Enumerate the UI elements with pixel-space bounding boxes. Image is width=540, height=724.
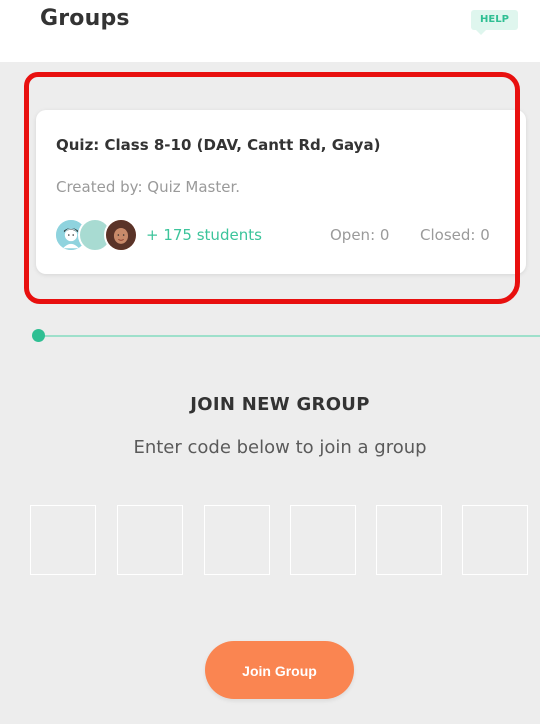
code-input-2[interactable] (117, 505, 183, 575)
group-creator: Created by: Quiz Master. (56, 178, 240, 196)
app-screen: Groups HELP Quiz: Class 8-10 (DAV, Cantt… (0, 0, 540, 724)
girl-avatar-icon (104, 218, 138, 252)
timeline-line (38, 335, 540, 337)
open-count: Open: 0 (330, 226, 390, 244)
page-title: Groups (40, 6, 130, 31)
code-input-4[interactable] (290, 505, 356, 575)
help-button[interactable]: HELP (471, 10, 518, 35)
code-input-row (30, 505, 540, 577)
timeline-dot (32, 329, 45, 342)
group-card[interactable]: Quiz: Class 8-10 (DAV, Cantt Rd, Gaya) C… (36, 110, 526, 274)
code-input-3[interactable] (204, 505, 270, 575)
group-name: Quiz: Class 8-10 (DAV, Cantt Rd, Gaya) (56, 136, 381, 154)
code-input-6[interactable] (462, 505, 528, 575)
header: Groups HELP (0, 0, 540, 62)
join-group-heading: JOIN NEW GROUP (190, 394, 370, 415)
join-group-button[interactable]: Join Group (205, 641, 354, 699)
code-input-1[interactable] (30, 505, 96, 575)
code-input-5[interactable] (376, 505, 442, 575)
closed-count: Closed: 0 (420, 226, 490, 244)
student-count[interactable]: + 175 students (146, 226, 262, 244)
avatar-stack (54, 218, 144, 254)
join-group-subtitle: Enter code below to join a group (133, 437, 427, 458)
